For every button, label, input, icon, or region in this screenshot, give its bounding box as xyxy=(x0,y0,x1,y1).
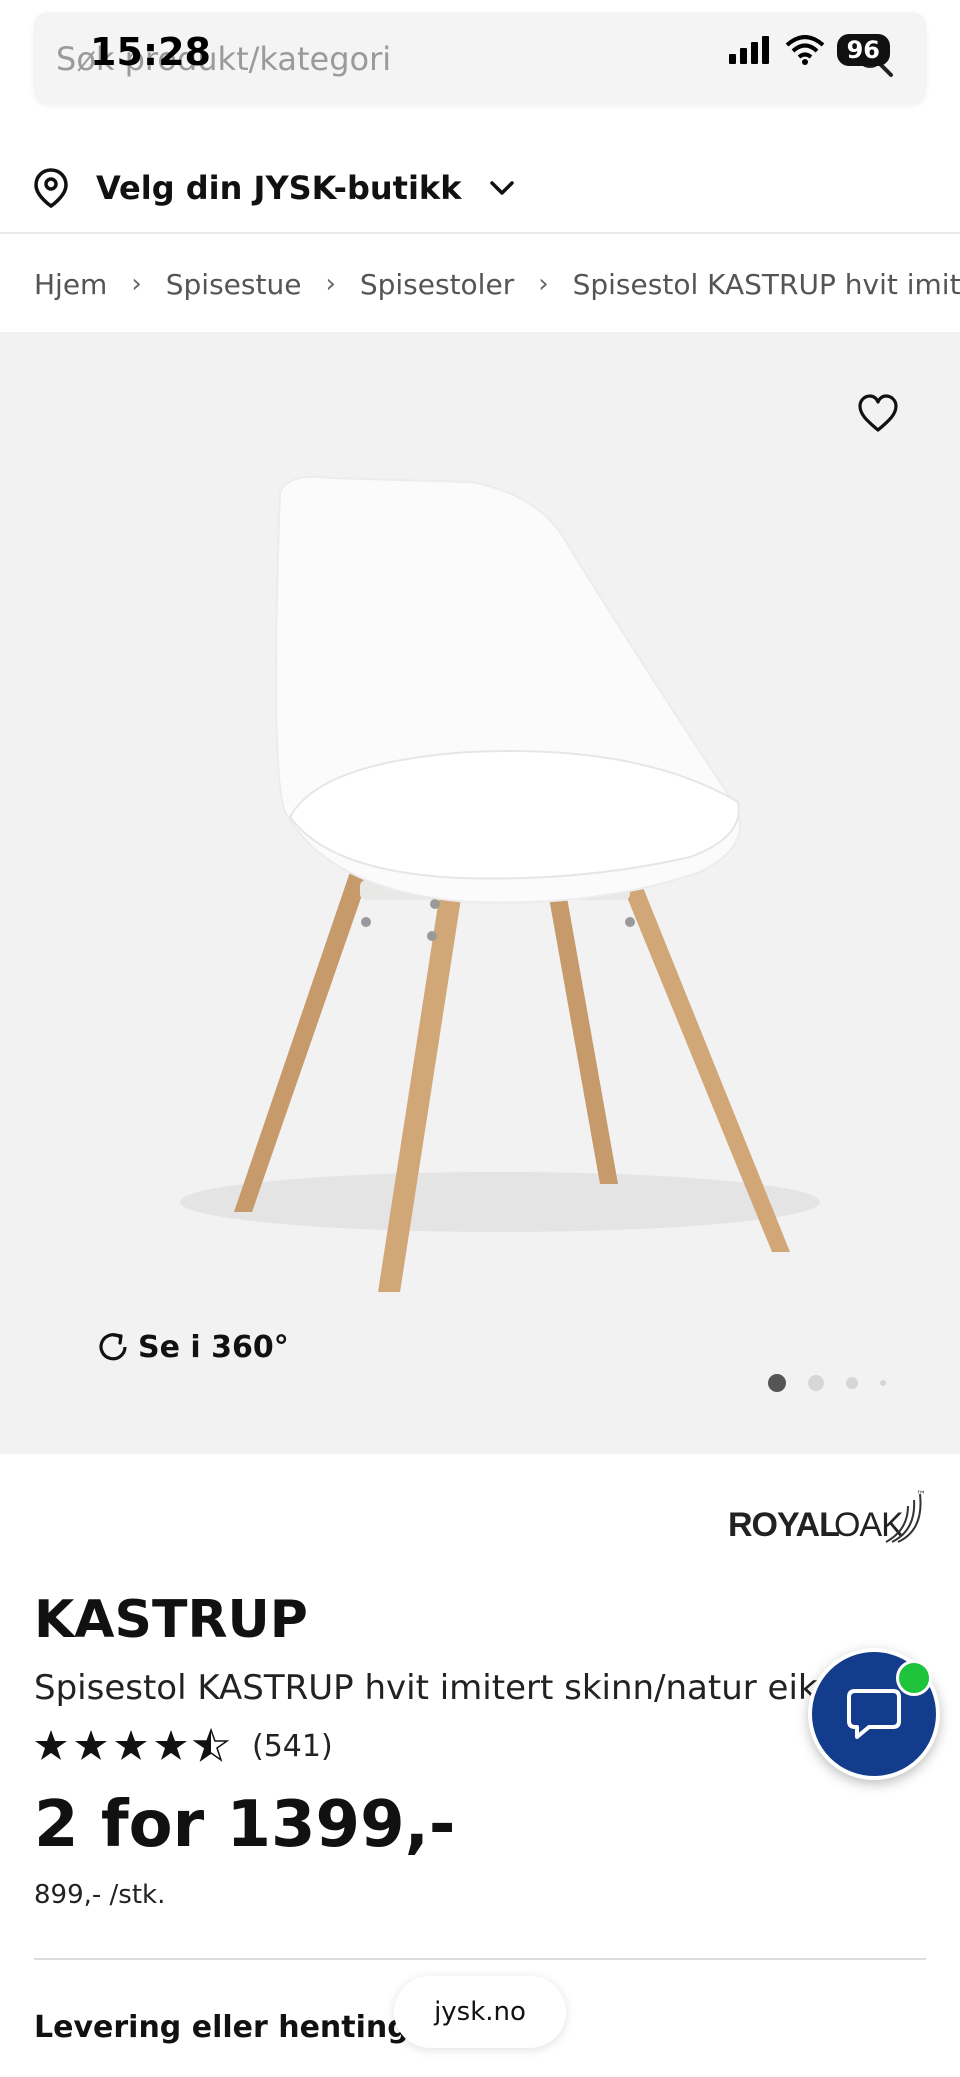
breadcrumb-item-dining-room[interactable]: Spisestue xyxy=(166,268,302,301)
chevron-right-icon: › xyxy=(131,269,142,299)
cellular-signal-icon xyxy=(728,36,769,64)
chevron-right-icon: › xyxy=(325,269,336,299)
brand-trademark: ™ xyxy=(916,1490,926,1501)
product-name: KASTRUP xyxy=(34,1590,308,1650)
brand-logo: ROYAL OAK ™ xyxy=(728,1490,928,1552)
gallery-dot[interactable] xyxy=(846,1377,858,1389)
product-image-gallery[interactable]: Se i 360° xyxy=(0,332,960,1454)
brand-logo-bold: ROYAL xyxy=(728,1506,840,1544)
wifi-icon xyxy=(785,35,824,65)
product-rating[interactable]: (541) xyxy=(34,1728,333,1764)
review-count[interactable]: (541) xyxy=(252,1729,333,1764)
section-divider xyxy=(34,1958,926,1960)
product-price: 2 for 1399,- xyxy=(34,1788,456,1862)
header-divider xyxy=(0,232,960,234)
location-pin-icon xyxy=(34,168,68,208)
product-description: Spisestol KASTRUP hvit imitert skinn/nat… xyxy=(34,1668,818,1708)
chevron-down-icon xyxy=(490,181,515,195)
breadcrumb-item-dining-chairs[interactable]: Spisestoler xyxy=(360,268,514,301)
product-image xyxy=(180,475,820,1292)
chevron-right-icon: › xyxy=(538,269,549,299)
gallery-dot[interactable] xyxy=(880,1380,886,1386)
store-selector-label: Velg din JYSK-butikk xyxy=(96,169,462,207)
status-icons: 96 xyxy=(728,34,890,66)
gallery-dot-active[interactable] xyxy=(768,1374,786,1392)
gallery-pagination xyxy=(768,1374,886,1392)
gallery-dot[interactable] xyxy=(808,1375,824,1391)
chat-bubble-icon xyxy=(847,1689,901,1739)
unit-price: 899,- /stk. xyxy=(34,1880,166,1910)
online-status-indicator xyxy=(896,1660,932,1696)
rotate-icon xyxy=(99,1333,127,1361)
breadcrumb-item-home[interactable]: Hjem xyxy=(34,268,107,301)
view-360-label: Se i 360° xyxy=(138,1329,289,1365)
delivery-heading[interactable]: Levering eller henting? xyxy=(34,2010,426,2045)
status-time: 15:28 xyxy=(90,30,211,74)
store-selector[interactable]: Velg din JYSK-butikk xyxy=(34,160,515,216)
heart-icon[interactable] xyxy=(856,392,900,436)
breadcrumb-item-current: Spisestol KASTRUP hvit imitert ski xyxy=(572,267,960,301)
breadcrumb: Hjem › Spisestue › Spisestoler › Spisest… xyxy=(34,262,960,306)
browser-url-pill[interactable]: jysk.no xyxy=(394,1976,566,2048)
star-rating-icon xyxy=(35,1728,230,1762)
battery-level: 96 xyxy=(836,34,890,66)
view-360-button[interactable]: Se i 360° xyxy=(94,1328,289,1366)
